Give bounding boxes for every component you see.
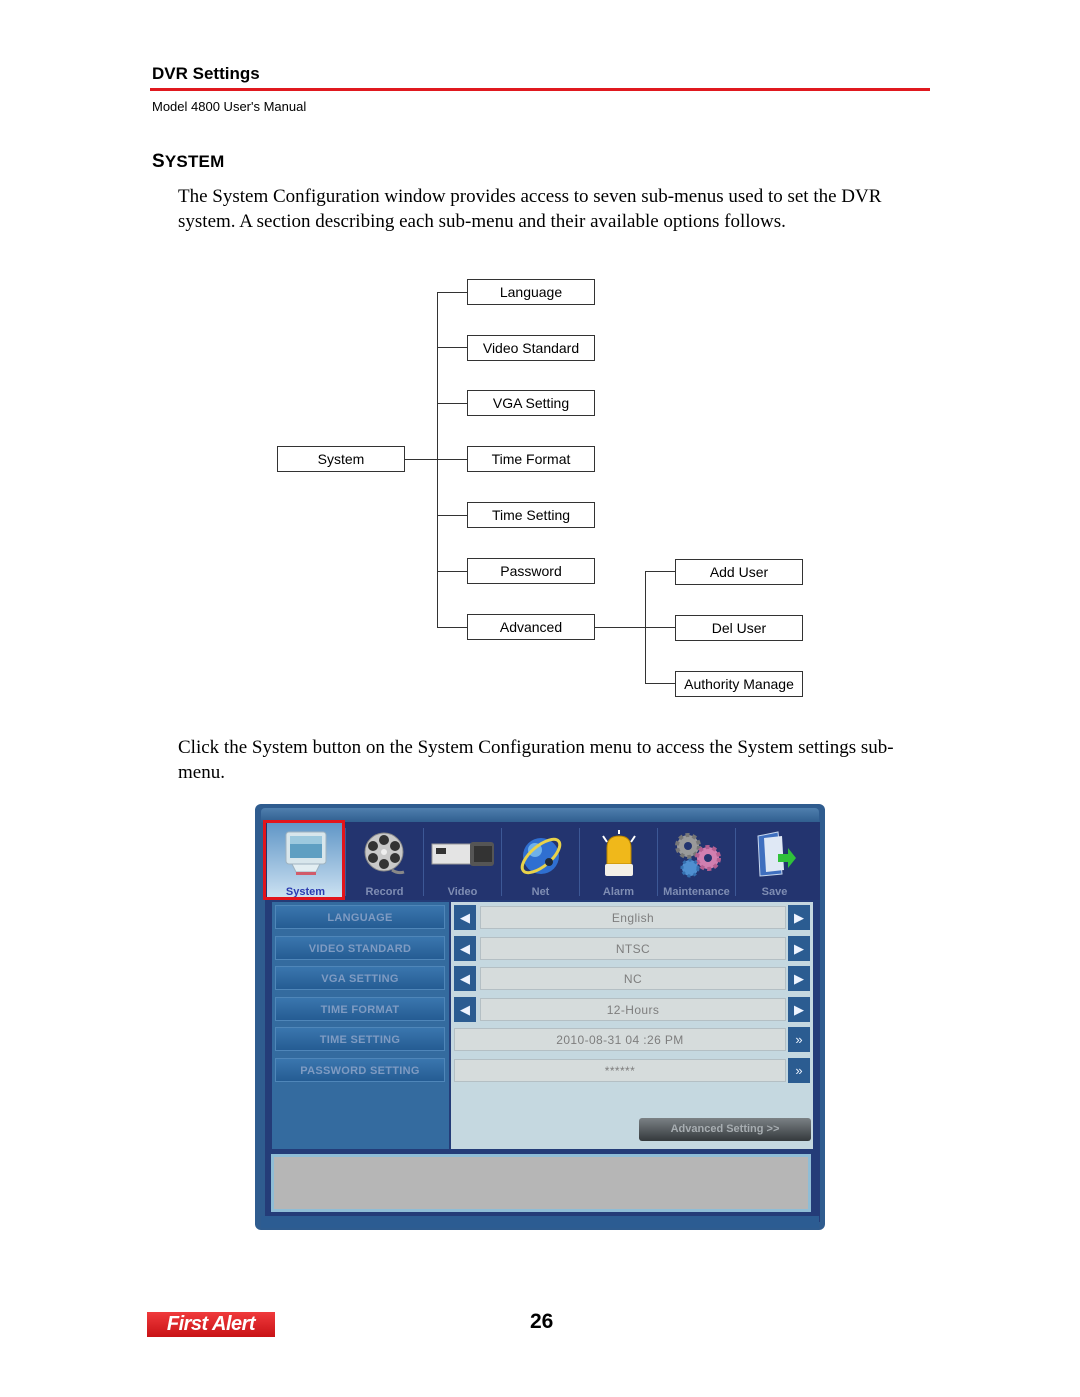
video-standard-value: NTSC [480,937,786,960]
video-standard-label-button[interactable]: VIDEO STANDARD [275,936,445,960]
branch-line [645,571,675,572]
node-language: Language [467,279,595,305]
node-vga-setting: VGA Setting [467,390,595,416]
root-connector [405,459,467,460]
tab-label: Record [365,886,404,898]
video-standard-row: ◀ NTSC ▶ [454,936,810,961]
tab-maintenance[interactable]: Maintenance [658,822,735,900]
branch-line [645,683,675,684]
advanced-setting-button[interactable]: Advanced Setting >> [639,1118,811,1141]
prev-arrow-icon[interactable]: ◀ [454,936,476,961]
time-setting-label-button[interactable]: TIME SETTING [275,1027,445,1051]
tab-label: Net [531,886,550,898]
tab-record[interactable]: Record [346,822,423,900]
system-tab-highlight-box [263,820,345,900]
next-arrow-icon[interactable]: ▶ [788,997,810,1022]
tab-alarm[interactable]: Alarm [580,822,657,900]
vga-setting-value: NC [480,967,786,990]
next-arrow-icon[interactable]: ▶ [788,936,810,961]
vga-setting-row: ◀ NC ▶ [454,966,810,991]
tab-net[interactable]: Net [502,822,579,900]
branch-line [437,347,467,348]
save-icon [756,831,796,877]
time-setting-row: 2010-08-31 04 :26 PM » [454,1027,810,1052]
time-format-value: 12-Hours [480,998,786,1021]
node-video-standard: Video Standard [467,335,595,361]
branch-line [437,515,467,516]
globe-icon [520,837,561,875]
camera-icon [431,842,494,866]
time-format-label-button[interactable]: TIME FORMAT [275,997,445,1021]
password-setting-label-button[interactable]: PASSWORD SETTING [275,1058,445,1082]
branch-line [437,571,467,572]
gears-icon [674,833,721,878]
film-reel-icon [364,832,404,875]
time-setting-value: 2010-08-31 04 :26 PM [454,1028,786,1051]
advanced-connector [595,627,675,628]
tab-label: Save [761,886,788,898]
node-time-setting: Time Setting [467,502,595,528]
node-time-format: Time Format [467,446,595,472]
language-row: ◀ English ▶ [454,905,810,930]
system-menu-diagram: System Language Video Standard VGA Setti… [0,0,1080,720]
branch-line [437,627,467,628]
tab-label: Maintenance [663,886,730,898]
tab-label: Video [447,886,478,898]
language-value: English [480,906,786,929]
settings-value-column: ◀ English ▶ ◀ NTSC ▶ ◀ NC ▶ ◀ 12-Hours ▶… [451,902,813,1149]
time-format-row: ◀ 12-Hours ▶ [454,997,810,1022]
prev-arrow-icon[interactable]: ◀ [454,997,476,1022]
tab-label: Alarm [602,886,635,898]
node-add-user: Add User [675,559,803,585]
settings-label-column: LANGUAGE VIDEO STANDARD VGA SETTING TIME… [272,902,449,1149]
branch-line [437,292,467,293]
next-arrow-icon[interactable]: ▶ [788,966,810,991]
expand-double-arrow-icon[interactable]: » [788,1058,810,1083]
language-label-button[interactable]: LANGUAGE [275,905,445,929]
alarm-light-icon [601,830,636,876]
page-number: 26 [530,1310,554,1333]
window-bottom-bar [261,1216,819,1228]
status-bar [271,1154,811,1212]
prev-arrow-icon[interactable]: ◀ [454,966,476,991]
node-system: System [277,446,405,472]
next-arrow-icon[interactable]: ▶ [788,905,810,930]
tab-save[interactable]: Save [736,822,813,900]
node-authority-manage: Authority Manage [675,671,803,697]
expand-double-arrow-icon[interactable]: » [788,1027,810,1052]
first-alert-logo: First Alert [147,1312,275,1337]
node-del-user: Del User [675,615,803,641]
password-setting-row: ****** » [454,1058,810,1083]
vga-setting-label-button[interactable]: VGA SETTING [275,966,445,990]
tab-video[interactable]: Video [424,822,501,900]
node-advanced: Advanced [467,614,595,640]
branch-line [437,403,467,404]
advanced-trunk-line [645,571,646,684]
password-value: ****** [454,1059,786,1082]
node-password: Password [467,558,595,584]
config-tab-bar: System Record Video Net Alarm Maintenanc… [265,822,820,900]
prev-arrow-icon[interactable]: ◀ [454,905,476,930]
instruction-paragraph: Click the System button on the System Co… [178,737,894,783]
